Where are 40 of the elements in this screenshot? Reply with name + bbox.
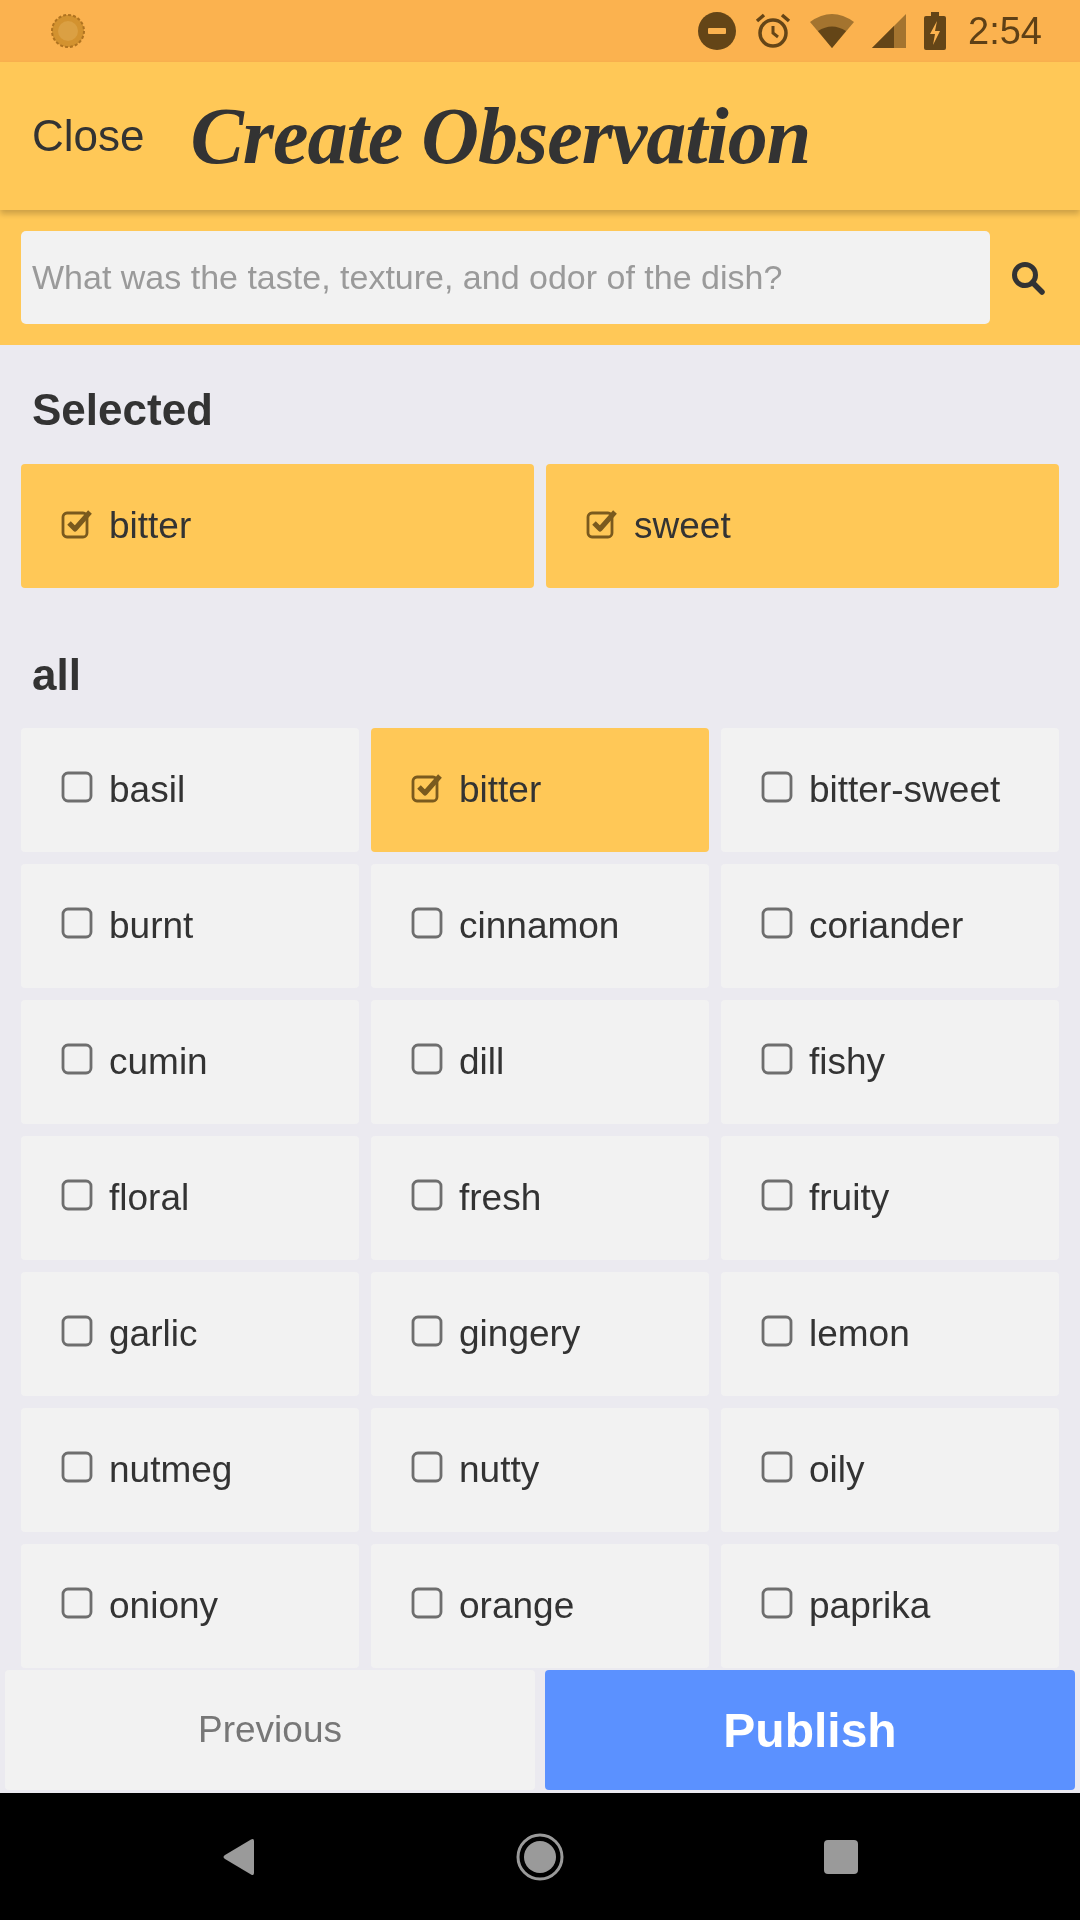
previous-button[interactable]: Previous bbox=[5, 1670, 535, 1790]
section-heading: all bbox=[31, 650, 82, 700]
taste-option[interactable]: lemon bbox=[721, 1272, 1059, 1396]
search-field[interactable]: What was the taste, texture, and odor of the dish? bbox=[21, 231, 990, 324]
taste-option[interactable]: coriander bbox=[721, 864, 1059, 988]
taste-option[interactable]: sweet bbox=[546, 464, 1059, 588]
taste-option[interactable]: cumin bbox=[21, 1000, 359, 1124]
home-icon[interactable] bbox=[516, 1832, 564, 1881]
taste-option[interactable]: nutmeg bbox=[21, 1408, 359, 1532]
taste-option[interactable]: nutty bbox=[371, 1408, 709, 1532]
alarm-clock-icon bbox=[754, 12, 793, 50]
taste-option[interactable]: gingery bbox=[371, 1272, 709, 1396]
taste-option[interactable]: fresh bbox=[371, 1136, 709, 1260]
taste-option[interactable]: bitter-sweet bbox=[721, 728, 1059, 852]
section-heading: Selected bbox=[31, 385, 214, 435]
taste-option[interactable]: orange bbox=[371, 1544, 709, 1668]
page-title: Create Observation bbox=[190, 90, 811, 182]
status-time: 2:54 bbox=[968, 9, 1042, 53]
taste-option[interactable]: floral bbox=[21, 1136, 359, 1260]
taste-option[interactable]: oniony bbox=[21, 1544, 359, 1668]
signal-icon bbox=[872, 14, 907, 48]
taste-option[interactable]: bitter bbox=[371, 728, 709, 852]
taste-option[interactable]: fruity bbox=[721, 1136, 1059, 1260]
battery-charging-icon bbox=[924, 12, 947, 50]
taste-option[interactable]: dill bbox=[371, 1000, 709, 1124]
taste-option[interactable]: basil bbox=[21, 728, 359, 852]
taste-option[interactable]: garlic bbox=[21, 1272, 359, 1396]
sun-icon bbox=[50, 13, 86, 49]
taste-option[interactable]: bitter bbox=[21, 464, 534, 588]
taste-option[interactable]: cinnamon bbox=[371, 864, 709, 988]
search-icon[interactable] bbox=[1011, 260, 1045, 295]
taste-option[interactable]: paprika bbox=[721, 1544, 1059, 1668]
taste-option[interactable]: fishy bbox=[721, 1000, 1059, 1124]
wifi-icon bbox=[810, 14, 855, 48]
do-not-disturb-icon bbox=[698, 12, 737, 50]
close-button[interactable]: Close bbox=[22, 101, 155, 171]
taste-option[interactable]: oily bbox=[721, 1408, 1059, 1532]
recents-icon[interactable] bbox=[824, 1839, 858, 1874]
back-icon[interactable] bbox=[222, 1837, 256, 1876]
taste-option[interactable]: burnt bbox=[21, 864, 359, 988]
